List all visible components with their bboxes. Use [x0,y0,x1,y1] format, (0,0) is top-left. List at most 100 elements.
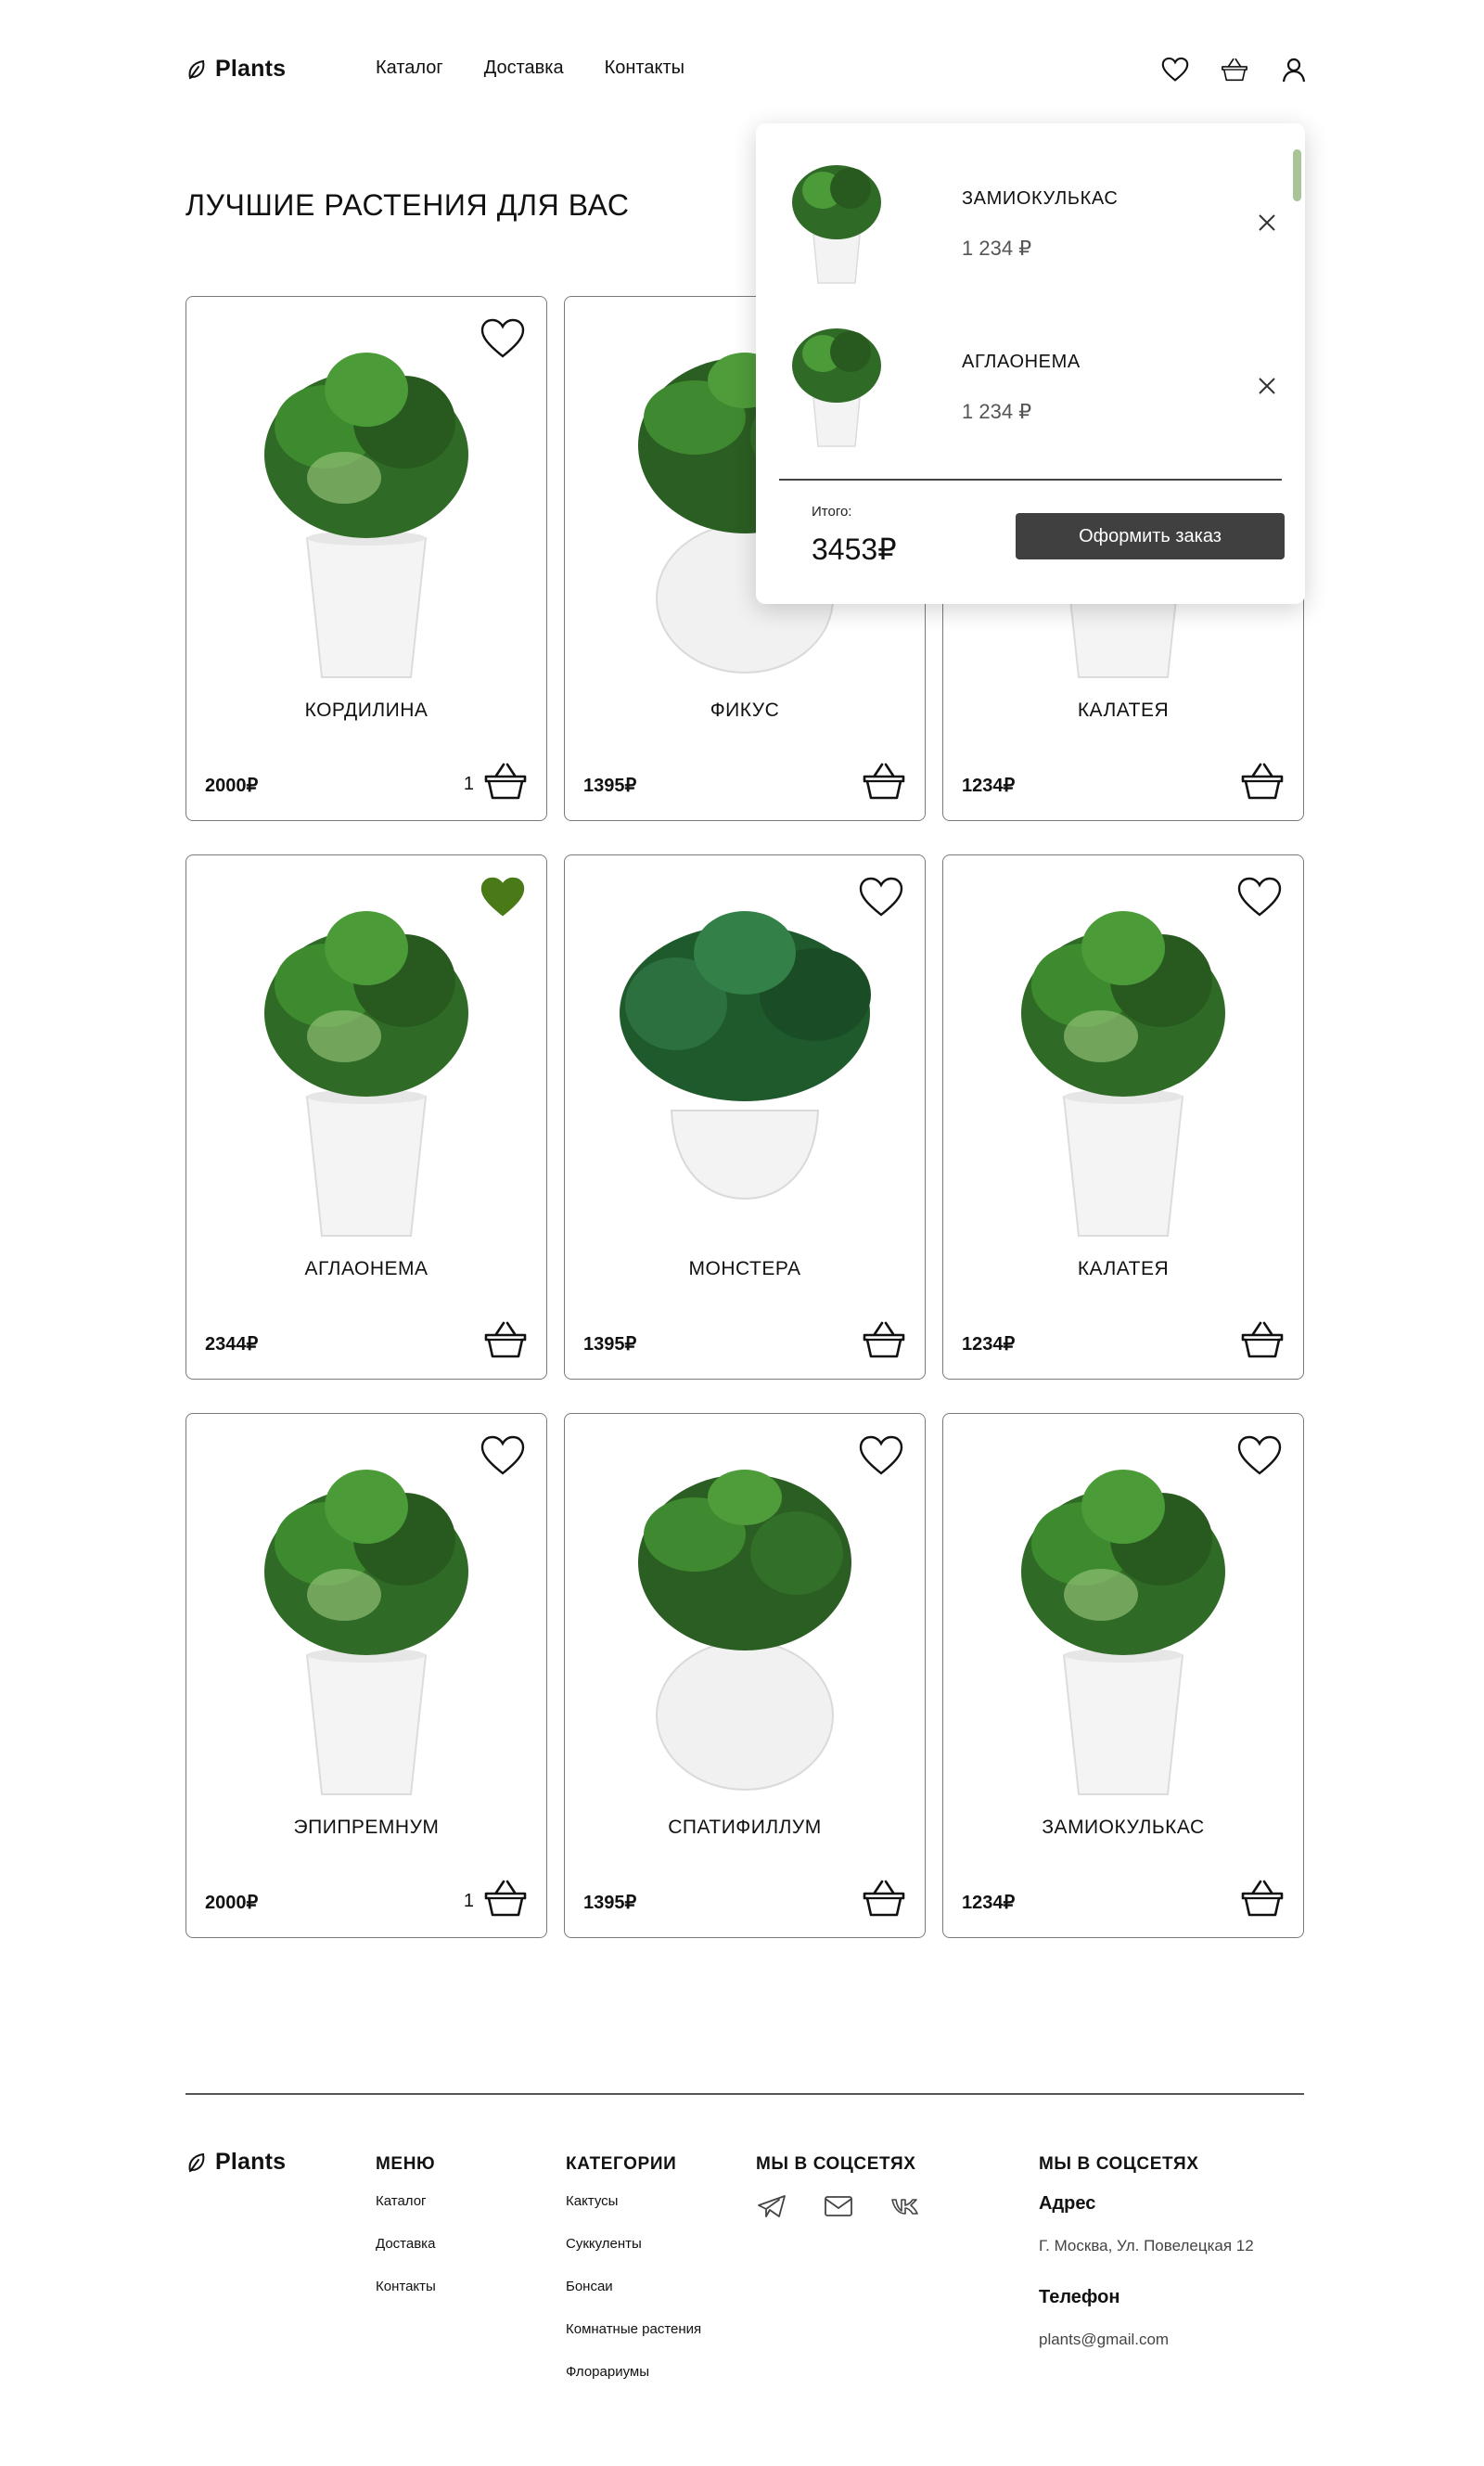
heart-icon[interactable] [480,1434,526,1477]
cart-total-label: Итого: [812,504,852,520]
product-card[interactable]: ЗАМИОКУЛЬКАС 1234₽ [942,1413,1304,1938]
checkout-button[interactable]: Оформить заказ [1016,513,1285,559]
footer-divider [186,2093,1304,2095]
heart-icon[interactable] [858,1434,904,1477]
category-link[interactable]: Бонсаи [566,2279,701,2294]
product-name: КОРДИЛИНА [304,700,429,721]
product-price: 2000₽ [205,776,259,796]
product-image [205,874,528,1245]
product-card[interactable]: КАЛАТЕЯ 1234₽ [942,854,1304,1380]
logo-text: Plants [215,2149,287,2175]
product-name: КАЛАТЕЯ [1077,700,1170,721]
cart-item-image [786,315,888,454]
product-image [583,1432,906,1804]
product-image [205,315,528,687]
heart-icon[interactable] [1236,876,1283,918]
cart-item-price: 1 234 ₽ [962,400,1032,423]
cart-scrollbar[interactable] [1293,149,1301,201]
cart-item-image [786,151,888,290]
product-card[interactable]: ЭПИПРЕМНУМ 2000₽ 1 [186,1413,547,1938]
page-title: ЛУЧШИЕ РАСТЕНИЯ ДЛЯ ВАС [186,188,630,222]
email-value[interactable]: plants@gmail.com [1039,2331,1254,2349]
footer-contacts: МЫ В СОЦСЕТЯХ Адрес Г. Москва, Ул. Повел… [1039,2154,1254,2381]
footer-link-catalog[interactable]: Каталог [376,2193,436,2209]
category-link[interactable]: Флорариумы [566,2364,701,2380]
logo-text: Plants [215,56,287,82]
product-card[interactable]: КОРДИЛИНА 2000₽ 1 [186,296,547,821]
product-price: 1234₽ [962,1334,1016,1355]
cart-item-price: 1 234 ₽ [962,237,1032,260]
vk-icon[interactable] [889,2193,921,2219]
cart-item: ЗАМИОКУЛЬКАС 1 234 ₽ [786,151,1277,300]
telegram-icon[interactable] [756,2193,787,2219]
product-card[interactable]: АГЛАОНЕМА 2344₽ [186,854,547,1380]
cart-item: АГЛАОНЕМА 1 234 ₽ [786,315,1277,463]
cart-dropdown: ЗАМИОКУЛЬКАС 1 234 ₽ АГЛАОНЕМА 1 234 ₽ И… [756,123,1305,604]
footer-categories-title: КАТЕГОРИИ [566,2154,677,2174]
header-icons [1159,54,1310,85]
product-name: МОНСТЕРА [688,1258,801,1279]
footer-social-title: МЫ В СОЦСЕТЯХ [756,2154,916,2174]
address-value: Г. Москва, Ул. Повелецкая 12 [1039,2237,1254,2254]
heart-icon[interactable] [480,317,526,360]
add-to-cart-icon[interactable] [483,1878,528,1919]
product-price: 1234₽ [962,776,1016,796]
phone-label: Телефон [1039,2287,1120,2307]
header-logo[interactable]: Plants [186,56,286,83]
nav-contacts[interactable]: Контакты [605,58,684,79]
footer-logo[interactable]: Plants [186,2149,286,2176]
footer-menu-title: МЕНЮ [376,2154,436,2174]
leaf-icon [186,2151,208,2174]
product-name: ЗАМИОКУЛЬКАС [1042,1817,1205,1838]
product-card[interactable]: СПАТИФИЛЛУМ 1395₽ [564,1413,926,1938]
product-name: ЭПИПРЕМНУМ [293,1817,440,1838]
category-link[interactable]: Суккуленты [566,2236,701,2252]
cart-total: 3453₽ [812,533,897,566]
nav-delivery[interactable]: Доставка [484,58,564,79]
close-icon[interactable] [1257,376,1277,396]
add-to-cart-icon[interactable] [1240,1319,1285,1360]
favorites-icon[interactable] [1159,54,1191,85]
add-to-cart-icon[interactable] [1240,1878,1285,1919]
product-name: АГЛАОНЕМА [304,1258,429,1279]
product-price: 1395₽ [583,1893,637,1913]
user-icon[interactable] [1278,54,1310,85]
cart-item-name: АГЛАОНЕМА [962,352,1081,372]
product-qty: 1 [463,1891,474,1911]
cart-item-name: ЗАМИОКУЛЬКАС [962,188,1119,209]
product-name: ФИКУС [710,700,780,721]
close-icon[interactable] [1257,212,1277,233]
product-qty: 1 [463,774,474,794]
add-to-cart-icon[interactable] [1240,761,1285,802]
product-image [962,874,1285,1245]
category-link[interactable]: Кактусы [566,2193,701,2209]
add-to-cart-icon[interactable] [483,761,528,802]
product-name: КАЛАТЕЯ [1077,1258,1170,1279]
add-to-cart-icon[interactable] [862,761,906,802]
leaf-icon [186,58,208,81]
product-name: СПАТИФИЛЛУМ [668,1817,822,1838]
product-price: 2344₽ [205,1334,259,1355]
add-to-cart-icon[interactable] [483,1319,528,1360]
footer-social: МЫ В СОЦСЕТЯХ [756,2154,921,2219]
product-image [583,874,906,1245]
cart-icon[interactable] [1219,54,1250,85]
heart-icon[interactable] [858,876,904,918]
main-nav: Каталог Доставка Контакты [376,58,684,79]
add-to-cart-icon[interactable] [862,1319,906,1360]
footer-link-delivery[interactable]: Доставка [376,2236,436,2252]
cart-divider [779,479,1282,481]
footer-categories: КАТЕГОРИИ Кактусы Суккуленты Бонсаи Комн… [566,2154,701,2407]
mail-icon[interactable] [823,2193,854,2219]
add-to-cart-icon[interactable] [862,1878,906,1919]
product-price: 1395₽ [583,776,637,796]
footer-menu: МЕНЮ Каталог Доставка Контакты [376,2154,436,2321]
product-card[interactable]: МОНСТЕРА 1395₽ [564,854,926,1380]
nav-catalog[interactable]: Каталог [376,58,443,79]
heart-filled-icon[interactable] [480,876,526,918]
product-image [962,1432,1285,1804]
category-link[interactable]: Комнатные растения [566,2321,701,2337]
heart-icon[interactable] [1236,1434,1283,1477]
footer-link-contacts[interactable]: Контакты [376,2279,436,2294]
product-image [205,1432,528,1804]
